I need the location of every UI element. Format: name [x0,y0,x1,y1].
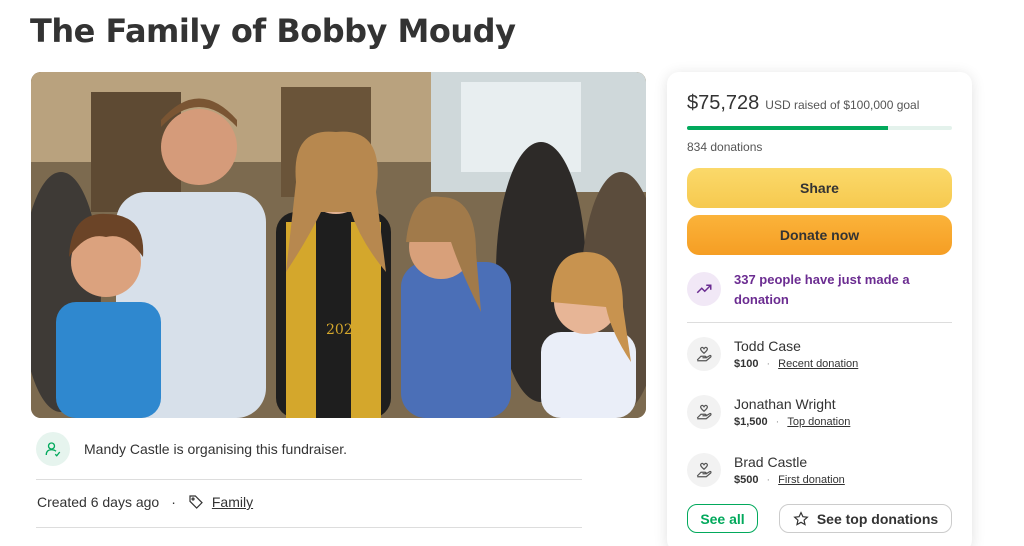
meta-separator: · [171,494,176,510]
organiser-row: Mandy Castle is organising this fundrais… [36,432,347,466]
star-icon [793,510,809,527]
divider [36,479,582,480]
donor-hand-heart-icon [687,395,721,429]
created-date: Created 6 days ago [37,494,160,510]
raised-amount: $75,728 [687,92,760,114]
divider [687,322,952,323]
donor-hand-heart-icon [687,337,721,371]
donor-item: Jonathan Wright $1,500 · Top donation [687,395,850,429]
donor-name: Todd Case [734,338,801,354]
progress-fill [687,126,888,130]
donor-name: Brad Castle [734,454,808,470]
see-top-donations-label: See top donations [816,510,939,527]
donor-item: Brad Castle $500 · First donation [687,453,845,487]
donate-now-button[interactable]: Donate now [687,215,952,255]
donation-type-link[interactable]: First donation [778,474,845,486]
trending-up-icon [687,272,721,306]
amount-raised: $75,728 USD raised of $100,000 goal [687,92,919,115]
donations-count: 834 donations [687,140,763,154]
donor-amount: $100 [734,358,759,370]
see-all-button[interactable]: See all [687,504,758,533]
donation-card: $75,728 USD raised of $100,000 goal 834 … [667,72,972,546]
family-photo-illustration: 2022 [31,72,646,418]
share-button[interactable]: Share [687,168,952,208]
category-link[interactable]: Family [212,494,253,510]
campaign-meta: Created 6 days ago · Family [37,494,253,510]
donor-hand-heart-icon [687,453,721,487]
tag-icon [188,494,204,510]
donation-type-link[interactable]: Top donation [787,416,850,428]
donor-item: Todd Case $100 · Recent donation [687,337,858,371]
donor-separator: · [766,474,771,486]
progress-bar [687,126,952,130]
recent-activity-text: 337 people have just made a donation [734,272,910,307]
donor-amount: $500 [734,474,759,486]
see-top-donations-button[interactable]: See top donations [779,504,952,533]
user-icon [36,432,70,466]
donor-amount: $1,500 [734,416,768,428]
donor-name: Jonathan Wright [734,396,836,412]
donor-separator: · [766,358,771,370]
gown-year-text: 2022 [326,322,362,338]
campaign-photo[interactable]: 2022 [31,72,646,418]
donation-type-link[interactable]: Recent donation [778,358,858,370]
organiser-text: Mandy Castle is organising this fundrais… [84,441,348,457]
goal-text: USD raised of $100,000 goal [765,98,920,112]
donor-separator: · [775,416,780,428]
divider [36,527,582,528]
recent-activity: 337 people have just made a donation [687,270,934,310]
page-title: The Family of Bobby Moudy [30,12,516,50]
